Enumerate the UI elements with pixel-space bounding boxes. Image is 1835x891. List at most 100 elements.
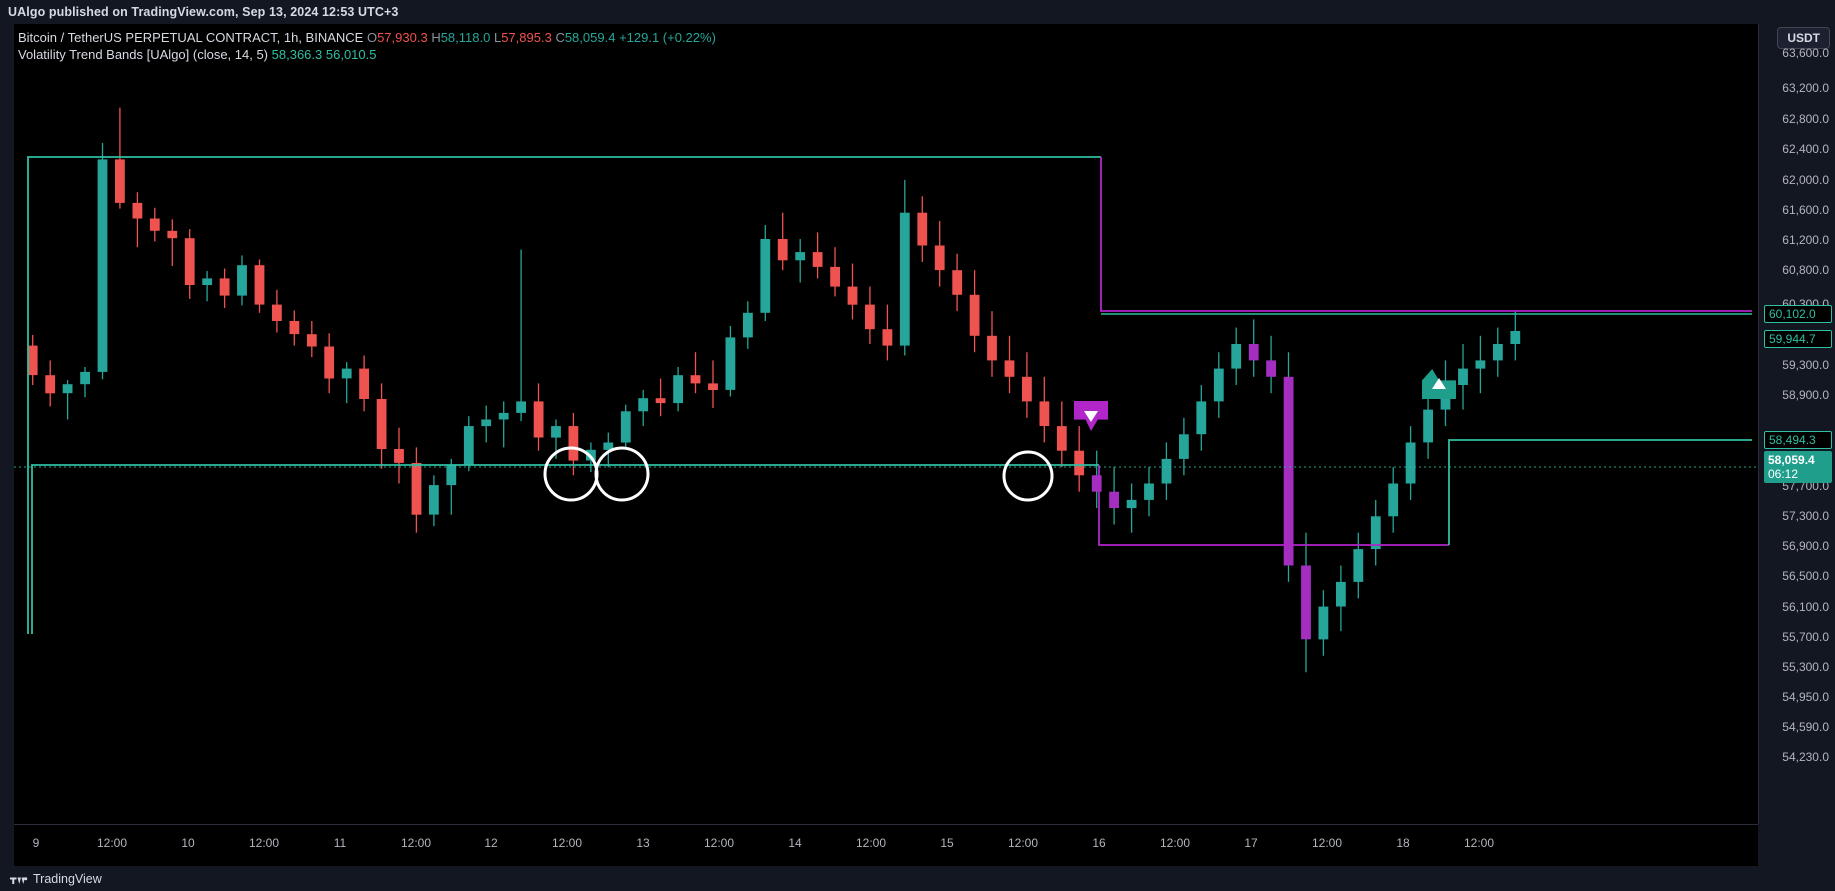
candle-body xyxy=(620,411,631,443)
buy-signal-marker[interactable] xyxy=(1422,369,1456,399)
candle-body xyxy=(184,238,195,285)
last-price-tag: 58,059.4 06:12 xyxy=(1764,451,1832,483)
candle-body xyxy=(1353,549,1364,582)
chart-graphics xyxy=(14,107,1758,673)
time-tick: 12:00 xyxy=(400,836,432,850)
legend-symbol-row[interactable]: Bitcoin / TetherUS PERPETUAL CONTRACT, 1… xyxy=(18,29,716,46)
annotation-circle[interactable] xyxy=(1002,450,1054,502)
candle-body xyxy=(411,463,422,515)
time-tick: 15 xyxy=(940,836,954,850)
symbol-title[interactable]: Bitcoin / TetherUS PERPETUAL CONTRACT, 1… xyxy=(18,30,363,45)
high-tag: 59,944.7 xyxy=(1764,330,1832,348)
left-gutter xyxy=(0,24,14,890)
ohlc-h-value: 58,118.0 xyxy=(440,30,491,45)
indicator-value-upper: 58,366.3 xyxy=(271,47,323,62)
tradingview-logo[interactable]: TradingView xyxy=(10,872,102,886)
price-tick: 58,900.0 xyxy=(1782,388,1829,402)
candle-body xyxy=(1022,376,1032,402)
candle-body xyxy=(1161,458,1172,484)
candle-body xyxy=(830,266,840,287)
candle-body xyxy=(202,278,213,285)
price-tick: 59,300.0 xyxy=(1782,358,1829,372)
chart-canvas[interactable]: Bitcoin / TetherUS PERPETUAL CONTRACT, 1… xyxy=(14,24,1758,824)
ohlc-c-label: C xyxy=(555,30,565,45)
candle-body xyxy=(1493,344,1503,361)
candle-body xyxy=(1266,360,1276,377)
candle-body xyxy=(551,426,561,438)
time-tick: 12:00 xyxy=(855,836,887,850)
candle-body xyxy=(812,252,823,267)
candle-body xyxy=(132,202,143,219)
lower-band-line-teal xyxy=(31,464,1099,634)
time-tick: 12:00 xyxy=(1007,836,1039,850)
ohlc-l-value: 57,895.3 xyxy=(501,30,552,45)
candle-body xyxy=(899,212,910,346)
candle-body xyxy=(795,252,806,261)
indicator-title[interactable]: Volatility Trend Bands [UAlgo] (close, 1… xyxy=(18,47,268,62)
candle-body xyxy=(272,304,282,321)
ohlc-c-value: 58,059.4 xyxy=(564,30,616,45)
candle-body xyxy=(306,334,317,347)
price-tick: 56,100.0 xyxy=(1782,600,1829,614)
time-scale[interactable]: 9 12:00 10 12:00 11 12:00 12 12:00 13 12:00 14 12:0… xyxy=(14,824,1758,866)
publisher-bar: UAlgo published on TradingView.com, Sep … xyxy=(0,0,1835,24)
price-tick: 54,590.0 xyxy=(1782,720,1829,734)
candle-body xyxy=(987,335,997,361)
candle-body xyxy=(1056,426,1067,451)
legend-indicator-row[interactable]: Volatility Trend Bands [UAlgo] (close, 1… xyxy=(18,46,716,63)
annotation-circle[interactable] xyxy=(594,446,650,502)
bar-countdown: 06:12 xyxy=(1768,467,1799,481)
candle-body xyxy=(1039,401,1050,426)
candle-body xyxy=(655,398,666,404)
price-tick: 63,600.0 xyxy=(1782,46,1829,60)
ohlc-h-label: H xyxy=(431,30,441,45)
ohlc-o-label: O xyxy=(366,30,378,45)
candle-body xyxy=(446,465,457,486)
candle-body xyxy=(359,368,369,399)
price-tick: 55,700.0 xyxy=(1782,630,1829,644)
candle-body xyxy=(45,375,56,394)
candle-body xyxy=(1510,331,1521,344)
time-tick: 12:00 xyxy=(703,836,735,850)
candle-body xyxy=(934,245,945,271)
price-scale[interactable]: USDT 63,600.0 63,200.0 62,800.0 62,400.0 62,… xyxy=(1758,24,1835,890)
candle-body xyxy=(1336,581,1346,607)
candle-body xyxy=(341,368,352,379)
candle-body xyxy=(516,401,526,413)
candle-body xyxy=(429,485,439,515)
time-tick: 12:00 xyxy=(96,836,128,850)
candle-body xyxy=(638,398,649,412)
candle-body xyxy=(1213,368,1224,402)
time-tick: 12 xyxy=(484,836,498,850)
candle-body xyxy=(237,265,247,296)
candle-body xyxy=(1231,344,1242,369)
ohlc-o-value: 57,930.3 xyxy=(377,30,428,45)
lower-band-line-teal-resume xyxy=(1448,439,1752,545)
candle-body xyxy=(376,399,387,450)
price-tick: 62,800.0 xyxy=(1782,112,1829,126)
candle-body xyxy=(1004,360,1015,377)
candle-body xyxy=(865,304,875,330)
candle-body xyxy=(777,239,788,261)
candle-body xyxy=(1301,565,1311,640)
candle-body xyxy=(498,412,509,420)
footer-bar: TradingView xyxy=(0,866,1835,891)
candle-body xyxy=(80,371,90,385)
publisher-text: UAlgo published on TradingView.com, Sep … xyxy=(8,5,399,19)
time-scale-right-gutter xyxy=(1758,824,1835,866)
candle-body xyxy=(219,278,230,296)
candle-body xyxy=(708,383,718,390)
candle-body xyxy=(725,337,736,390)
time-tick: 17 xyxy=(1244,836,1258,850)
time-tick: 16 xyxy=(1092,836,1106,850)
price-tick: 56,900.0 xyxy=(1782,539,1829,553)
candle-body xyxy=(324,346,335,379)
time-tick: 12:00 xyxy=(1311,836,1343,850)
candle-body xyxy=(463,426,474,466)
price-tick: 55,300.0 xyxy=(1782,660,1829,674)
candle-body xyxy=(481,419,492,427)
time-tick: 11 xyxy=(333,836,347,850)
candle-body xyxy=(167,230,178,239)
candle-body xyxy=(917,212,928,246)
lower-band-tag: 58,494.3 xyxy=(1764,431,1832,449)
